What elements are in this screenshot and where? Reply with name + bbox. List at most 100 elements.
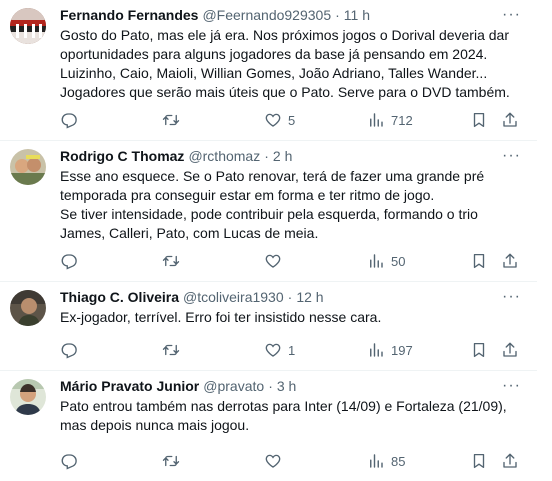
views-button[interactable]: 50 [367,252,405,270]
avatar[interactable] [10,8,46,44]
retweet-button[interactable] [162,252,180,270]
author-name[interactable]: Thiago C. Oliveira [60,288,179,307]
author-handle[interactable]: @Feernando929305 [202,6,331,25]
separator: · [264,148,269,164]
view-count: 50 [391,253,406,269]
reply-button[interactable] [60,111,78,129]
tweet-text-line: Ex-jogador, terrível. Erro foi ter insis… [60,309,382,325]
tweet-text-line: James, Calleri, Pato, com Lucas de meia. [60,225,319,241]
more-options-icon[interactable]: ··· [502,148,521,164]
reply-icon [61,254,77,270]
more-options-icon[interactable]: ··· [502,7,521,23]
bookmark-icon [473,253,485,269]
tweet[interactable]: ··· Rodrigo C Thomaz @rcthomaz · 2 h Ess… [0,141,537,282]
like-count: 1 [288,342,296,358]
views-button[interactable]: 712 [367,111,413,129]
bookmark-icon [473,342,485,358]
bookmark-button[interactable] [470,452,488,470]
tweet[interactable]: ··· Fernando Fernandes @Feernando929305 … [0,0,537,141]
tweet-text-line: temporada pra conseguir estar em forma e… [60,187,435,203]
tweet-text-line: Luizinho, Caio, Maioli, Willian Gomes, J… [60,65,488,81]
share-icon [503,453,517,468]
tweet-actions: 85 [60,451,521,471]
retweet-icon [162,255,180,267]
tweet[interactable]: ··· Thiago C. Oliveira @tcoliveira1930 ·… [0,282,537,371]
reply-icon [61,454,77,470]
tweet-actions: 50 [60,251,521,271]
like-count: 5 [288,112,296,128]
separator: · [335,7,340,23]
retweet-button[interactable] [162,111,180,129]
heart-icon [265,343,281,357]
tweet-actions: 5 712 [60,110,521,130]
view-count: 197 [391,342,413,358]
like-button[interactable] [264,452,288,470]
heart-icon [265,454,281,468]
tweet[interactable]: ··· Mário Pravato Junior @pravato · 3 h … [0,371,537,481]
tweet-actions: 1 197 [60,340,521,360]
separator: · [287,289,293,305]
tweet-text-line: mas depois nunca mais jogou. [60,417,250,433]
tweet-text: Gosto do Pato, mas ele já era. Nos próxi… [60,26,521,102]
reply-button[interactable] [60,341,78,359]
bookmark-icon [473,453,485,469]
like-button[interactable]: 5 [264,111,295,129]
views-icon [370,454,383,468]
more-options-icon[interactable]: ··· [502,378,521,394]
tweet-text-line: oportunidades para alguns jogadores da b… [60,46,488,62]
share-button[interactable] [501,452,519,470]
author-name[interactable]: Rodrigo C Thomaz [60,147,184,166]
view-count: 85 [391,453,406,469]
tweet-text-line: Gosto do Pato, mas ele já era. Nos próxi… [60,27,509,43]
author-handle[interactable]: @rcthomaz [188,147,260,166]
share-button[interactable] [501,252,519,270]
timestamp[interactable]: 12 h [296,288,323,307]
author-handle[interactable]: @tcoliveira1930 [183,288,284,307]
reply-button[interactable] [60,452,78,470]
views-icon [370,113,383,127]
retweet-icon [162,344,180,356]
retweet-button[interactable] [162,452,180,470]
tweet-text: Esse ano esquece. Se o Pato renovar, ter… [60,167,521,243]
views-button[interactable]: 197 [367,341,413,359]
like-button[interactable] [264,252,288,270]
separator: · [268,378,273,394]
views-icon [370,254,383,268]
like-button[interactable]: 1 [264,341,295,359]
view-count: 712 [391,112,413,128]
author-name[interactable]: Fernando Fernandes [60,6,198,25]
avatar[interactable] [10,149,46,185]
share-icon [503,342,517,357]
reply-button[interactable] [60,252,78,270]
timestamp[interactable]: 3 h [277,377,296,396]
share-button[interactable] [501,341,519,359]
views-icon [370,343,383,357]
tweet-text: Ex-jogador, terrível. Erro foi ter insis… [60,308,521,327]
timestamp[interactable]: 2 h [273,147,292,166]
more-options-icon[interactable]: ··· [502,289,521,305]
tweet-text-line: Pato entrou também nas derrotas para Int… [60,398,507,414]
views-button[interactable]: 85 [367,452,405,470]
retweet-button[interactable] [162,341,180,359]
reply-icon [61,343,77,359]
avatar[interactable] [10,379,46,415]
author-handle[interactable]: @pravato [203,377,264,396]
tweet-text-line: Se tiver intensidade, pode contribuir pe… [60,206,478,222]
tweet-text: Pato entrou também nas derrotas para Int… [60,397,521,435]
heart-icon [265,113,281,127]
heart-icon [265,254,281,268]
timestamp[interactable]: 11 h [344,6,370,25]
share-button[interactable] [501,111,519,129]
reply-icon [61,113,77,129]
retweet-icon [162,455,180,467]
bookmark-icon [473,112,485,128]
avatar[interactable] [10,290,46,326]
bookmark-button[interactable] [470,252,488,270]
retweet-icon [162,114,180,126]
bookmark-button[interactable] [470,111,488,129]
tweet-text-line: Jogadores que serão mais úteis que o Pat… [60,84,510,100]
author-name[interactable]: Mário Pravato Junior [60,377,199,396]
share-icon [503,112,517,127]
tweet-text-line: Esse ano esquece. Se o Pato renovar, ter… [60,168,485,184]
bookmark-button[interactable] [470,341,488,359]
